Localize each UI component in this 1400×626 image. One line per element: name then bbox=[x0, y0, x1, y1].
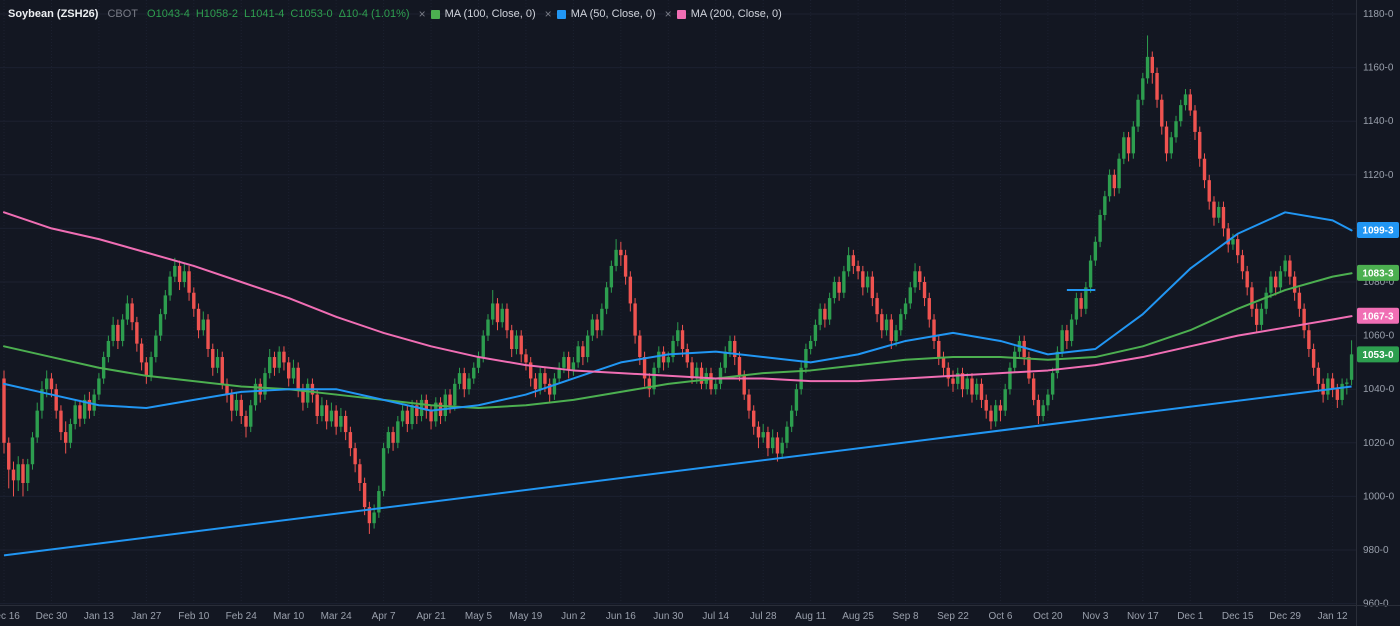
svg-text:Nov 17: Nov 17 bbox=[1127, 611, 1159, 622]
svg-text:960-0: 960-0 bbox=[1363, 599, 1389, 610]
grid bbox=[0, 0, 1356, 605]
svg-text:1020-0: 1020-0 bbox=[1363, 438, 1395, 449]
svg-text:Aug 25: Aug 25 bbox=[842, 611, 874, 622]
svg-text:Feb 10: Feb 10 bbox=[178, 611, 210, 622]
close-value: C1053-0 bbox=[290, 8, 332, 20]
indicator-legend-ma50: × MA (50, Close, 0) bbox=[545, 7, 656, 21]
indicator-legend-ma100: × MA (100, Close, 0) bbox=[419, 7, 536, 21]
svg-text:Oct 20: Oct 20 bbox=[1033, 611, 1063, 622]
remove-indicator-icon[interactable]: × bbox=[665, 7, 672, 21]
ma50-line[interactable] bbox=[4, 212, 1352, 410]
svg-text:1083-3: 1083-3 bbox=[1362, 268, 1394, 279]
svg-text:1060-0: 1060-0 bbox=[1363, 331, 1395, 342]
svg-text:Feb 24: Feb 24 bbox=[226, 611, 258, 622]
ohlc-values: O1043-4 H1058-2 L1041-4 C1053-0 Δ10-4 (1… bbox=[147, 8, 410, 20]
svg-text:Jun 2: Jun 2 bbox=[561, 611, 586, 622]
trendline-drawing[interactable] bbox=[4, 387, 1352, 556]
change-value: Δ10-4 (1.01%) bbox=[339, 8, 410, 20]
svg-text:1099-3: 1099-3 bbox=[1362, 226, 1394, 237]
indicator-legend-ma200: × MA (200, Close, 0) bbox=[665, 7, 782, 21]
exchange-label: CBOT bbox=[107, 8, 138, 20]
svg-text:May 19: May 19 bbox=[510, 611, 543, 622]
chart-window: 1180-01160-01140-01120-01100-01080-01060… bbox=[0, 0, 1400, 626]
indicator-label-ma200[interactable]: MA (200, Close, 0) bbox=[691, 8, 782, 20]
open-value: O1043-4 bbox=[147, 8, 190, 20]
svg-text:Dec 1: Dec 1 bbox=[1177, 611, 1204, 622]
svg-text:Jan 12: Jan 12 bbox=[1318, 611, 1348, 622]
svg-text:Apr 7: Apr 7 bbox=[372, 611, 396, 622]
svg-text:Dec 30: Dec 30 bbox=[36, 611, 68, 622]
svg-text:Dec 15: Dec 15 bbox=[1222, 611, 1254, 622]
candlesticks bbox=[2, 35, 1353, 533]
svg-text:1053-0: 1053-0 bbox=[1362, 350, 1394, 361]
svg-text:Aug 11: Aug 11 bbox=[795, 611, 826, 622]
remove-indicator-icon[interactable]: × bbox=[545, 7, 552, 21]
svg-text:Mar 10: Mar 10 bbox=[273, 611, 305, 622]
svg-text:Sep 22: Sep 22 bbox=[937, 611, 969, 622]
svg-text:Jun 30: Jun 30 bbox=[653, 611, 683, 622]
svg-text:Jan 27: Jan 27 bbox=[131, 611, 161, 622]
svg-text:Nov 3: Nov 3 bbox=[1082, 611, 1109, 622]
svg-text:Jan 13: Jan 13 bbox=[84, 611, 114, 622]
svg-text:980-0: 980-0 bbox=[1363, 545, 1389, 556]
svg-text:1067-3: 1067-3 bbox=[1362, 311, 1394, 322]
svg-text:Apr 21: Apr 21 bbox=[416, 611, 446, 622]
symbol-title[interactable]: Soybean (ZSH26) bbox=[8, 8, 98, 20]
svg-text:Jul 28: Jul 28 bbox=[750, 611, 777, 622]
indicator-label-ma100[interactable]: MA (100, Close, 0) bbox=[445, 8, 536, 20]
svg-text:1000-0: 1000-0 bbox=[1363, 491, 1395, 502]
price-chart[interactable]: 1180-01160-01140-01120-01100-01080-01060… bbox=[0, 0, 1400, 626]
svg-text:1040-0: 1040-0 bbox=[1363, 384, 1395, 395]
ma100-color-swatch bbox=[431, 10, 440, 19]
svg-text:May 5: May 5 bbox=[465, 611, 493, 622]
ma200-line[interactable] bbox=[4, 212, 1352, 381]
svg-text:1120-0: 1120-0 bbox=[1363, 170, 1394, 181]
svg-text:Jul 14: Jul 14 bbox=[702, 611, 729, 622]
svg-text:Mar 24: Mar 24 bbox=[321, 611, 353, 622]
svg-text:Sep 8: Sep 8 bbox=[892, 611, 919, 622]
indicator-label-ma50[interactable]: MA (50, Close, 0) bbox=[571, 8, 656, 20]
svg-text:1140-0: 1140-0 bbox=[1363, 116, 1394, 127]
legend: Soybean (ZSH26) CBOT O1043-4 H1058-2 L10… bbox=[8, 7, 782, 21]
remove-indicator-icon[interactable]: × bbox=[419, 7, 426, 21]
svg-text:1160-0: 1160-0 bbox=[1363, 63, 1394, 74]
low-value: L1041-4 bbox=[244, 8, 284, 20]
time-axis[interactable]: Dec 16 Dec 30 Jan 13 Jan 27 Feb 10 Feb 24 Mar … bbox=[0, 606, 1400, 623]
svg-text:Dec 16: Dec 16 bbox=[0, 611, 20, 622]
svg-text:Dec 29: Dec 29 bbox=[1269, 611, 1301, 622]
ma50-color-swatch bbox=[557, 10, 566, 19]
ma200-color-swatch bbox=[677, 10, 686, 19]
svg-text:Jun 16: Jun 16 bbox=[606, 611, 636, 622]
high-value: H1058-2 bbox=[196, 8, 238, 20]
svg-text:Oct 6: Oct 6 bbox=[988, 611, 1012, 622]
svg-text:1180-0: 1180-0 bbox=[1363, 9, 1394, 20]
